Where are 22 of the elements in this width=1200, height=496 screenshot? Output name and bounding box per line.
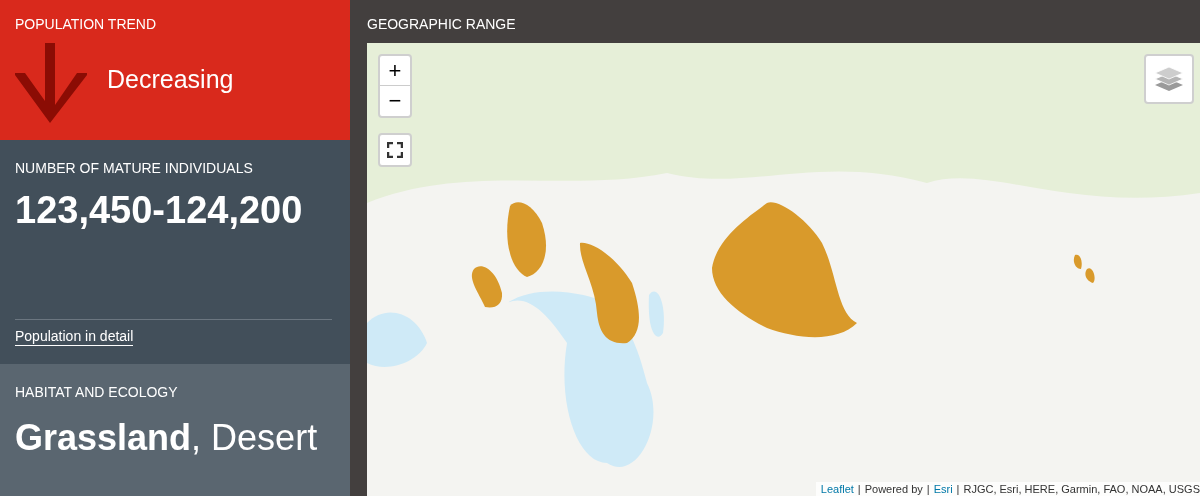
separator: | [926,482,930,496]
section-title: GEOGRAPHIC RANGE [367,15,516,34]
down-arrow-icon [15,43,87,125]
attribution-link[interactable]: Esri [933,482,953,496]
fullscreen-button[interactable] [378,133,412,167]
zoom-in-button[interactable]: + [380,56,410,86]
section-title: HABITAT AND ECOLOGY [15,383,178,402]
population-detail-link[interactable]: Population in detail [15,327,134,346]
attribution-text: RJGC, Esri, HERE, Garmin, FAO, NOAA, USGS [963,482,1200,496]
layers-icon [1154,65,1184,93]
separator: | [857,482,861,496]
separator: | [956,482,960,496]
attribution-link[interactable]: Leaflet [820,482,854,496]
layers-button[interactable] [1144,54,1194,104]
section-title: POPULATION TREND [15,15,157,34]
zoom-out-button[interactable]: − [380,86,410,116]
habitat-value: Grassland, Desert [15,416,318,460]
trend-value: Decreasing [107,64,234,96]
section-title: NUMBER OF MATURE INDIVIDUALS [15,159,253,178]
attribution-text: Powered by [864,482,923,496]
individuals-count: 123,450-124,200 [15,191,303,229]
fullscreen-icon [387,142,403,158]
